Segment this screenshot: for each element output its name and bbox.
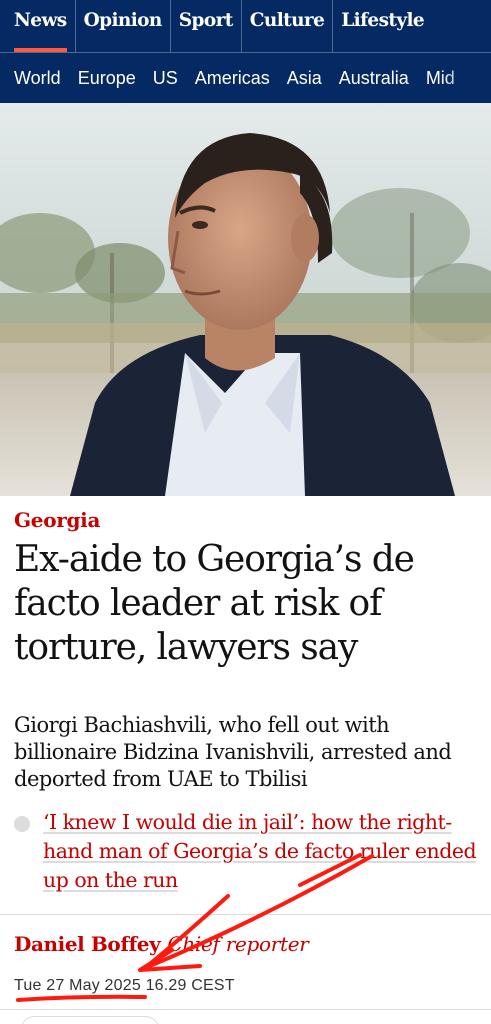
- subnav-item-us[interactable]: US: [153, 68, 178, 89]
- pillar-lifestyle[interactable]: Lifestyle: [333, 0, 432, 52]
- hero-photo-illustration: [0, 103, 491, 496]
- pillar-sport[interactable]: Sport: [171, 0, 242, 52]
- divider: [0, 914, 491, 915]
- subnav-item-asia[interactable]: Asia: [287, 68, 322, 89]
- pillar-news[interactable]: News: [0, 0, 76, 52]
- hero-image: i: [0, 103, 491, 496]
- subnav-item-world[interactable]: World: [14, 68, 61, 89]
- subnav-scroll-fade: [441, 53, 491, 103]
- author-role: Chief reporter: [167, 932, 309, 956]
- divider: [0, 1009, 491, 1010]
- author-link[interactable]: Daniel Boffey: [14, 932, 161, 956]
- sub-nav: World Europe US Americas Asia Australia …: [0, 53, 491, 103]
- pillar-nav: News Opinion Sport Culture Lifestyle: [0, 0, 491, 52]
- related-article-link[interactable]: ‘I knew I would die in jail’: how the ri…: [43, 808, 484, 895]
- subnav-item-europe[interactable]: Europe: [78, 68, 136, 89]
- headline: Ex-aide to Georgia’s de facto leader at …: [14, 539, 415, 668]
- share-button[interactable]: [20, 1016, 160, 1024]
- byline: Daniel Boffey Chief reporter: [14, 932, 309, 956]
- bullet-dot-icon: [14, 816, 30, 832]
- pillar-opinion[interactable]: Opinion: [76, 0, 171, 52]
- related-link-item[interactable]: ‘I knew I would die in jail’: how the ri…: [14, 808, 484, 895]
- subnav-item-australia[interactable]: Australia: [339, 68, 409, 89]
- standfirst: Giorgi Bachiashvili, who fell out with b…: [14, 713, 452, 791]
- pillar-culture[interactable]: Culture: [242, 0, 334, 52]
- publish-date[interactable]: Tue 27 May 2025 16.29 CEST: [14, 977, 235, 995]
- section-kicker[interactable]: Georgia: [14, 508, 100, 532]
- underline-mark: [16, 994, 147, 1002]
- top-navigation: News Opinion Sport Culture Lifestyle Wor…: [0, 0, 491, 103]
- subnav-item-americas[interactable]: Americas: [195, 68, 270, 89]
